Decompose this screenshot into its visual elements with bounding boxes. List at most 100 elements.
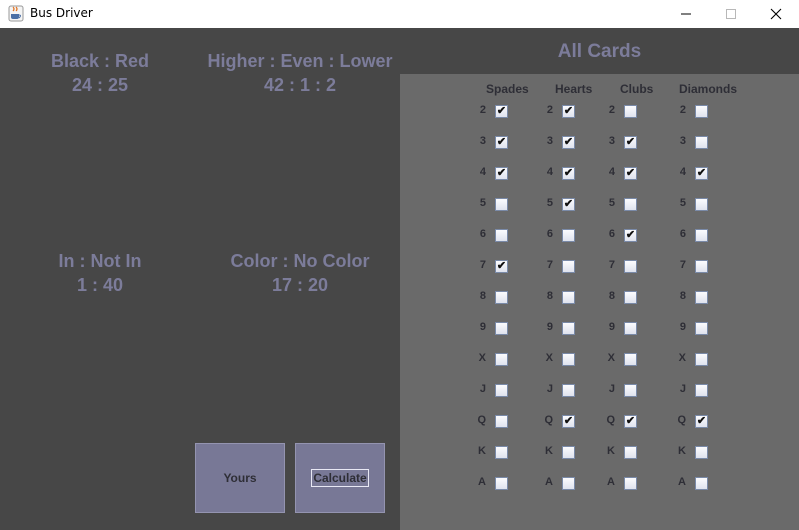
higher-even-lower-label: Higher : Even : Lower xyxy=(207,51,393,71)
checkbox-spades-q[interactable] xyxy=(495,415,508,428)
checkbox-clubs-a[interactable] xyxy=(624,477,637,490)
black-red-value: 24 : 25 xyxy=(71,75,129,95)
checkbox-spades-9[interactable] xyxy=(495,322,508,335)
checkbox-spades-4[interactable]: ✔ xyxy=(495,167,508,180)
checkbox-hearts-4[interactable]: ✔ xyxy=(562,167,575,180)
checkbox-clubs-3[interactable]: ✔ xyxy=(624,136,637,149)
checkbox-hearts-k[interactable] xyxy=(562,446,575,459)
checkbox-spades-x[interactable] xyxy=(495,353,508,366)
checkbox-clubs-q[interactable]: ✔ xyxy=(624,415,637,428)
rank-label-clubs-4: 4 xyxy=(608,166,615,178)
rank-label-hearts-6: 6 xyxy=(546,228,553,240)
column-header-spades: Spades xyxy=(486,82,529,96)
color-no-color-stat: Color : No Color 17 : 20 xyxy=(210,249,390,297)
checkbox-hearts-j[interactable] xyxy=(562,384,575,397)
checkbox-clubs-j[interactable] xyxy=(624,384,637,397)
rank-label-clubs-3: 3 xyxy=(608,135,615,147)
checkbox-diamonds-6[interactable] xyxy=(695,229,708,242)
rank-label-hearts-7: 7 xyxy=(546,259,553,271)
checkbox-diamonds-k[interactable] xyxy=(695,446,708,459)
checkbox-hearts-x[interactable] xyxy=(562,353,575,366)
rank-label-clubs-6: 6 xyxy=(608,228,615,240)
checkbox-spades-a[interactable] xyxy=(495,477,508,490)
rank-label-hearts-j: J xyxy=(546,383,553,395)
checkbox-clubs-9[interactable] xyxy=(624,322,637,335)
rank-label-spades-j: J xyxy=(479,383,486,395)
checkbox-hearts-7[interactable] xyxy=(562,260,575,273)
minimize-button[interactable] xyxy=(663,0,709,28)
rank-label-spades-a: A xyxy=(478,476,486,488)
rank-label-spades-k: K xyxy=(478,445,486,457)
rank-label-diamonds-9: 9 xyxy=(679,321,686,333)
checkbox-diamonds-7[interactable] xyxy=(695,260,708,273)
rank-label-diamonds-6: 6 xyxy=(679,228,686,240)
close-button[interactable] xyxy=(753,0,799,28)
rank-label-diamonds-q: Q xyxy=(677,414,686,426)
rank-label-spades-8: 8 xyxy=(479,290,486,302)
column-header-clubs: Clubs xyxy=(620,82,654,96)
checkbox-diamonds-q[interactable]: ✔ xyxy=(695,415,708,428)
rank-label-clubs-8: 8 xyxy=(608,290,615,302)
checkbox-hearts-5[interactable]: ✔ xyxy=(562,198,575,211)
color-no-color-value: 17 : 20 xyxy=(271,275,329,295)
checkbox-clubs-8[interactable] xyxy=(624,291,637,304)
rank-label-diamonds-8: 8 xyxy=(679,290,686,302)
checkbox-diamonds-8[interactable] xyxy=(695,291,708,304)
checkbox-spades-8[interactable] xyxy=(495,291,508,304)
checkbox-hearts-9[interactable] xyxy=(562,322,575,335)
title-bar: Bus Driver xyxy=(0,0,799,28)
checkbox-hearts-2[interactable]: ✔ xyxy=(562,105,575,118)
checkbox-clubs-x[interactable] xyxy=(624,353,637,366)
checkbox-diamonds-5[interactable] xyxy=(695,198,708,211)
checkbox-hearts-a[interactable] xyxy=(562,477,575,490)
checkbox-diamonds-2[interactable] xyxy=(695,105,708,118)
maximize-icon xyxy=(726,9,736,19)
rank-label-clubs-9: 9 xyxy=(608,321,615,333)
rank-label-hearts-8: 8 xyxy=(546,290,553,302)
calculate-button[interactable]: Calculate xyxy=(295,443,385,513)
rank-label-hearts-5: 5 xyxy=(546,197,553,209)
rank-label-hearts-k: K xyxy=(545,445,553,457)
checkbox-diamonds-j[interactable] xyxy=(695,384,708,397)
black-red-stat: Black : Red 24 : 25 xyxy=(30,49,170,97)
checkbox-hearts-3[interactable]: ✔ xyxy=(562,136,575,149)
rank-label-clubs-j: J xyxy=(608,383,615,395)
checkbox-hearts-8[interactable] xyxy=(562,291,575,304)
checkbox-spades-7[interactable]: ✔ xyxy=(495,260,508,273)
rank-label-hearts-3: 3 xyxy=(546,135,553,147)
all-cards-title: All Cards xyxy=(557,41,642,62)
rank-label-diamonds-j: J xyxy=(679,383,686,395)
checkbox-hearts-6[interactable] xyxy=(562,229,575,242)
checkbox-diamonds-x[interactable] xyxy=(695,353,708,366)
checkbox-spades-3[interactable]: ✔ xyxy=(495,136,508,149)
rank-label-hearts-4: 4 xyxy=(546,166,553,178)
checkbox-diamonds-4[interactable]: ✔ xyxy=(695,167,708,180)
checkbox-diamonds-a[interactable] xyxy=(695,477,708,490)
checkbox-spades-5[interactable] xyxy=(495,198,508,211)
rank-label-diamonds-k: K xyxy=(678,445,686,457)
checkbox-diamonds-9[interactable] xyxy=(695,322,708,335)
checkbox-diamonds-3[interactable] xyxy=(695,136,708,149)
checkbox-clubs-k[interactable] xyxy=(624,446,637,459)
checkbox-clubs-2[interactable] xyxy=(624,105,637,118)
checkbox-hearts-q[interactable]: ✔ xyxy=(562,415,575,428)
checkbox-clubs-5[interactable] xyxy=(624,198,637,211)
rank-label-diamonds-3: 3 xyxy=(679,135,686,147)
black-red-label: Black : Red xyxy=(50,51,150,71)
checkbox-spades-6[interactable] xyxy=(495,229,508,242)
yours-button[interactable]: Yours xyxy=(195,443,285,513)
rank-label-spades-7: 7 xyxy=(479,259,486,271)
in-not-in-value: 1 : 40 xyxy=(76,275,124,295)
column-header-hearts: Hearts xyxy=(555,82,593,96)
rank-label-diamonds-7: 7 xyxy=(679,259,686,271)
checkbox-spades-j[interactable] xyxy=(495,384,508,397)
checkbox-spades-k[interactable] xyxy=(495,446,508,459)
rank-label-spades-6: 6 xyxy=(479,228,486,240)
checkbox-clubs-7[interactable] xyxy=(624,260,637,273)
checkbox-spades-2[interactable]: ✔ xyxy=(495,105,508,118)
rank-label-clubs-5: 5 xyxy=(608,197,615,209)
checkbox-clubs-6[interactable]: ✔ xyxy=(624,229,637,242)
in-not-in-stat: In : Not In 1 : 40 xyxy=(30,249,170,297)
checkbox-clubs-4[interactable]: ✔ xyxy=(624,167,637,180)
maximize-button[interactable] xyxy=(708,0,754,28)
